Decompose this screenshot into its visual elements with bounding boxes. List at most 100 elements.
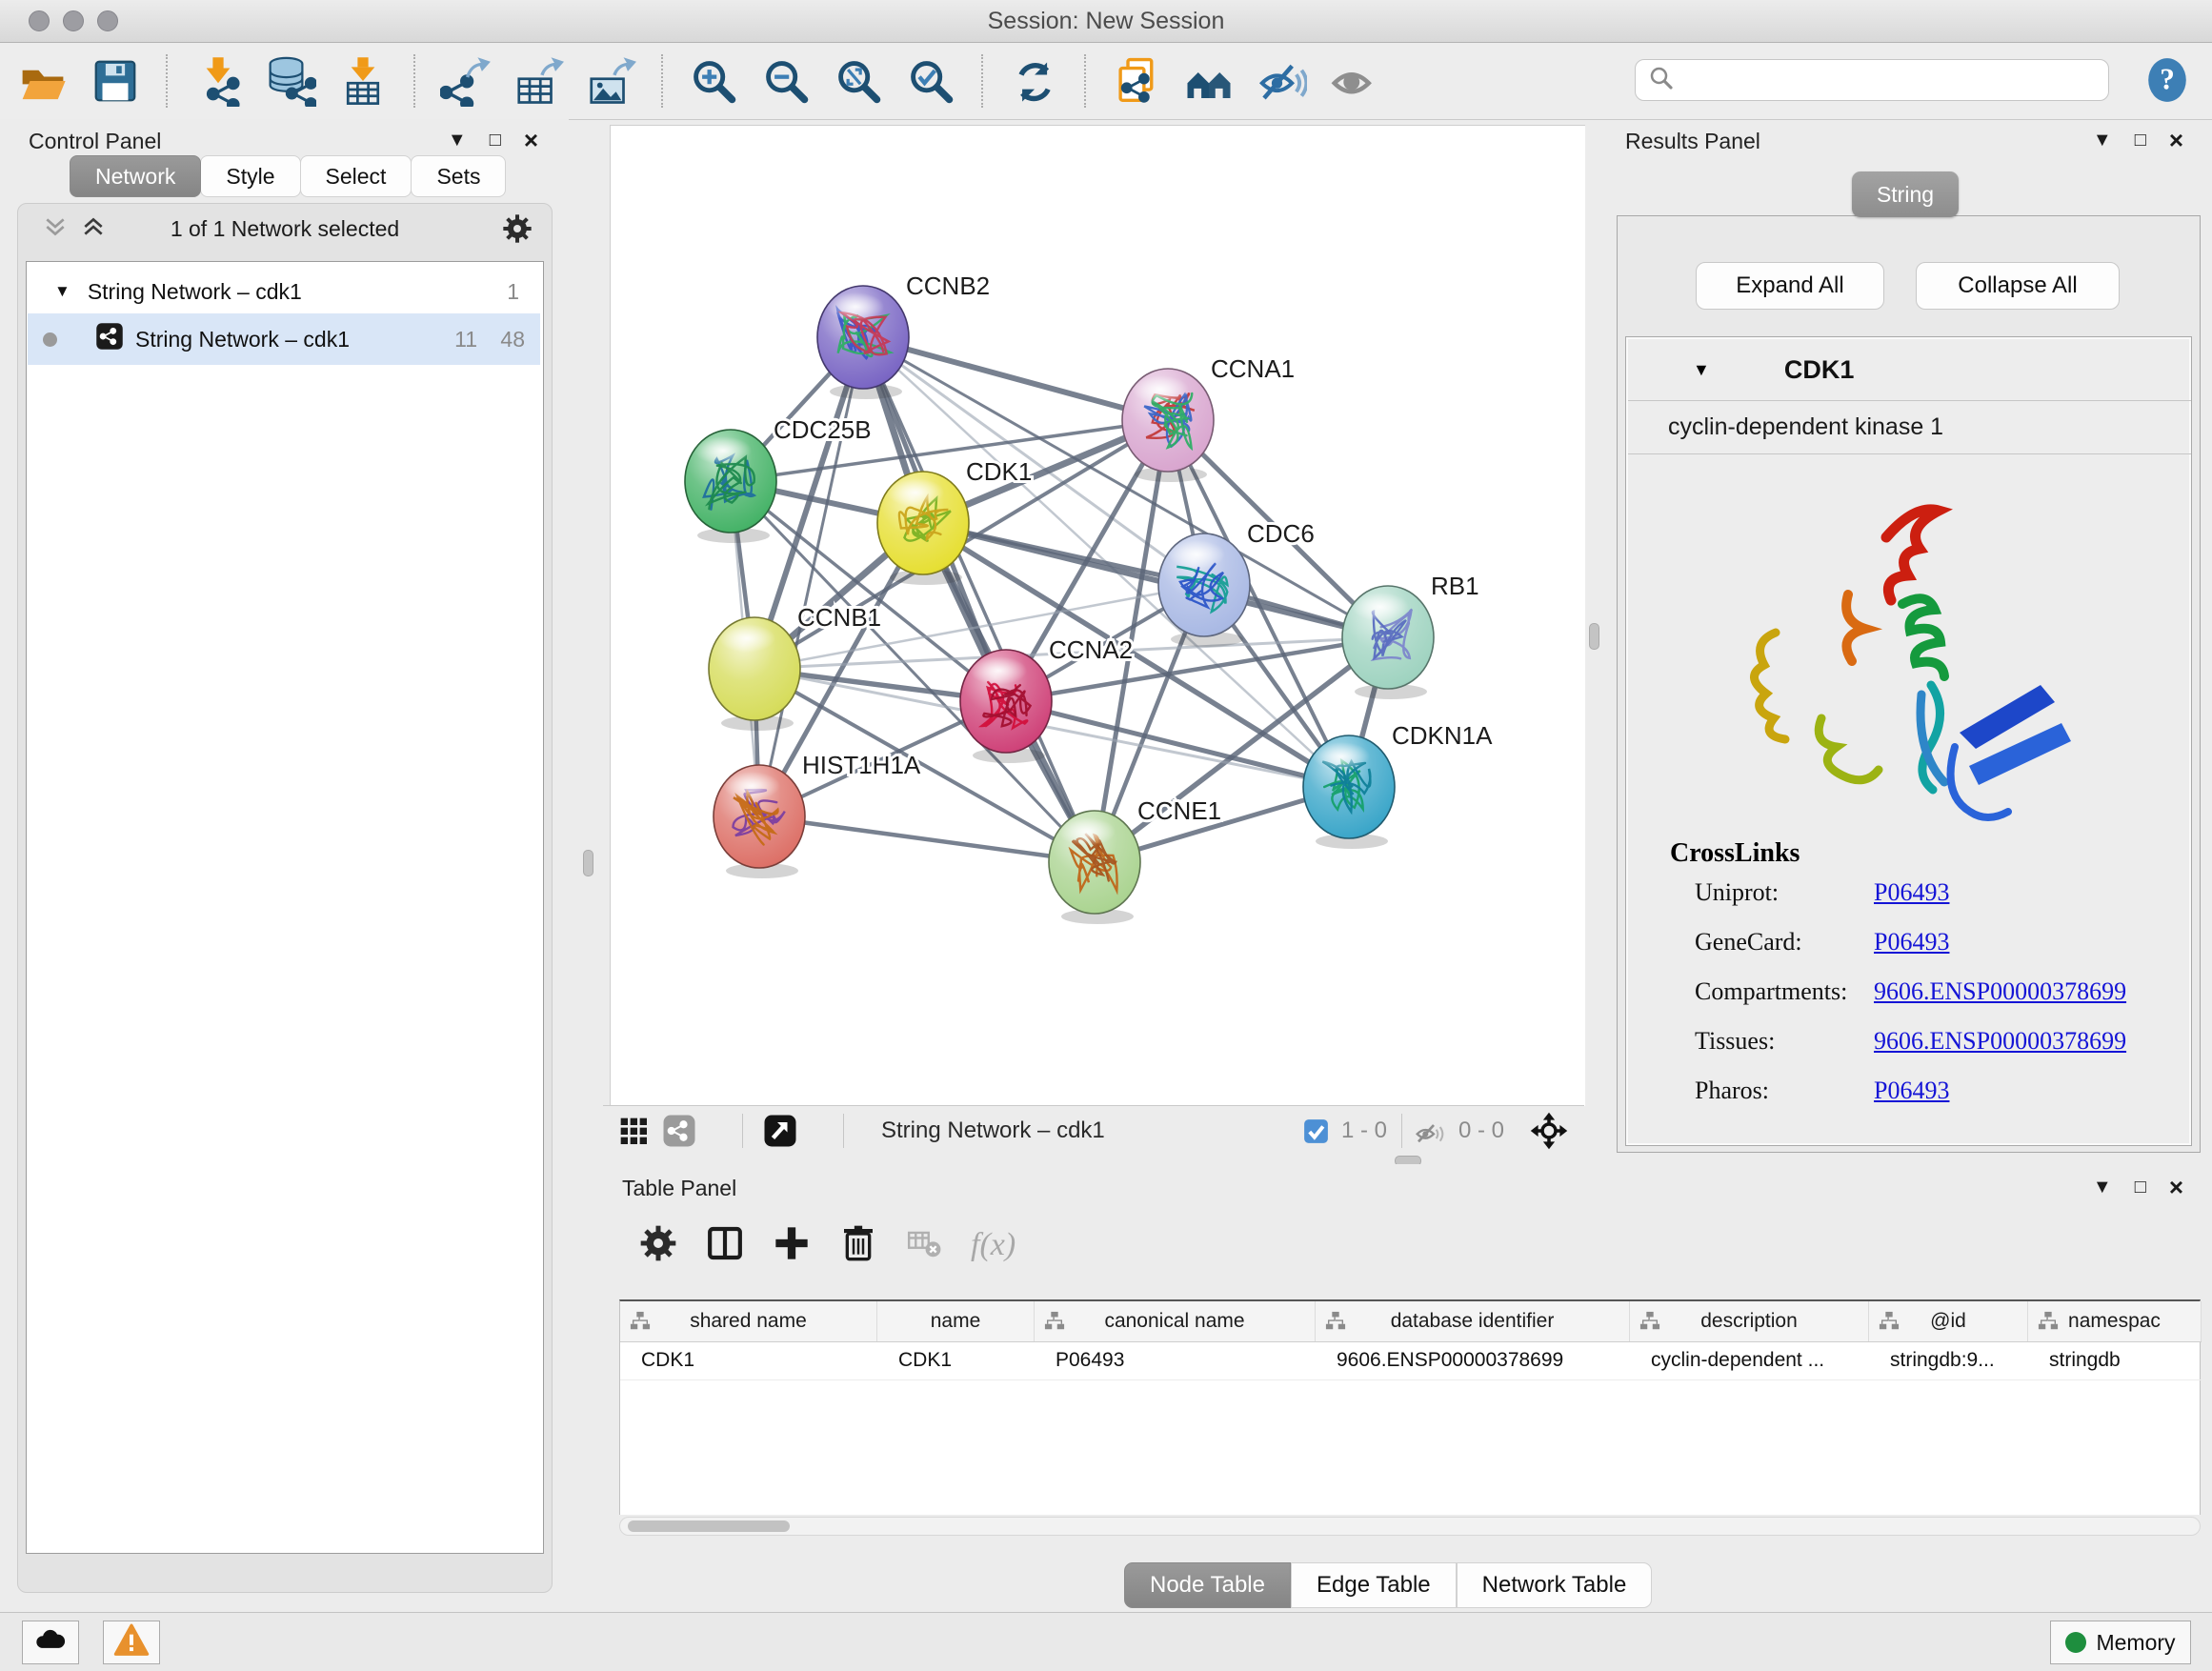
network-edge-HIST1H1A-CCNE1[interactable] (759, 816, 1095, 862)
export-network-button[interactable] (436, 51, 495, 111)
import-table-button[interactable] (333, 51, 392, 111)
network-node-HIST1H1A[interactable]: HIST1H1A (714, 751, 921, 878)
network-node-CCNE1[interactable]: CCNE1 (1049, 796, 1221, 924)
protein-expand-icon[interactable]: ▼ (1693, 360, 1710, 380)
network-collection-row[interactable]: ▼ String Network – cdk1 1 (28, 270, 540, 313)
delete-column-icon[interactable] (839, 1224, 877, 1267)
column-header-canonical-name[interactable]: canonical name (1035, 1301, 1316, 1341)
left-splitter-handle[interactable] (583, 850, 593, 876)
tab-edge-table[interactable]: Edge Table (1291, 1562, 1457, 1608)
table-cell[interactable]: P06493 (1035, 1341, 1316, 1379)
table-panel-float-icon[interactable]: □ (2135, 1178, 2146, 1197)
help-button[interactable]: ? (2143, 56, 2191, 109)
column-header--id[interactable]: @id (1869, 1301, 2028, 1341)
scrollbar-thumb[interactable] (628, 1520, 790, 1532)
table-cell[interactable]: stringdb (2028, 1341, 2202, 1379)
table-options-gear-icon[interactable] (639, 1224, 677, 1267)
network-edge-CCNB2-HIST1H1A[interactable] (759, 337, 863, 816)
table-horizontal-scrollbar[interactable] (619, 1517, 2201, 1536)
column-header-shared-name[interactable]: shared name (620, 1301, 877, 1341)
crosslink-link[interactable]: P06493 (1874, 928, 1949, 956)
collapse-all-button[interactable]: Collapse All (1916, 262, 2120, 310)
warning-icon (113, 1622, 150, 1663)
export-table-button[interactable] (509, 51, 568, 111)
protein-section-header[interactable]: ▼ CDK1 (1628, 339, 2191, 401)
export-image-button[interactable] (581, 51, 640, 111)
import-network-database-button[interactable] (261, 51, 320, 111)
table-cell[interactable]: 9606.ENSP00000378699 (1316, 1341, 1630, 1379)
table-cell[interactable]: CDK1 (877, 1341, 1035, 1379)
hide-selected-button[interactable] (1252, 51, 1311, 111)
network-view-canvas[interactable]: CCNB2 CCNA1 CDC25B CDK1 CDC6 RB1 CCNB1 (610, 125, 1585, 1106)
tab-node-table[interactable]: Node Table (1124, 1562, 1291, 1608)
network-options-gear-icon[interactable] (502, 213, 533, 249)
zoom-fit-button[interactable] (829, 51, 888, 111)
selected-checkbox-icon[interactable] (1303, 1118, 1329, 1149)
search-box[interactable] (1635, 59, 2109, 101)
birdseye-navigator-icon[interactable] (1529, 1111, 1569, 1156)
table-panel-close-icon[interactable]: × (2169, 1178, 2183, 1197)
right-splitter-handle[interactable] (1589, 623, 1599, 650)
show-all-button[interactable] (1324, 51, 1383, 111)
crosslink-row: Pharos:P06493 (1695, 1077, 2191, 1105)
cloud-status-button[interactable] (22, 1621, 79, 1664)
tab-select[interactable]: Select (300, 155, 412, 197)
table-panel-collapse-icon[interactable]: ▼ (2093, 1178, 2112, 1197)
zoom-in-button[interactable] (684, 51, 743, 111)
collection-expand-icon[interactable]: ▼ (54, 282, 70, 301)
crosslink-link[interactable]: 9606.ENSP00000378699 (1874, 1027, 2126, 1056)
network-node-CDKN1A[interactable]: CDKN1A (1303, 721, 1493, 849)
tab-network-table[interactable]: Network Table (1457, 1562, 1653, 1608)
tab-string[interactable]: String (1852, 171, 1959, 217)
control-panel-float-icon[interactable]: □ (490, 131, 501, 150)
new-network-from-selection-button[interactable] (1107, 51, 1166, 111)
control-panel-close-icon[interactable]: × (524, 131, 538, 150)
warnings-button[interactable] (103, 1621, 160, 1664)
crosslinks-section: CrossLinks Uniprot:P06493GeneCard:P06493… (1628, 833, 2191, 1126)
tab-sets[interactable]: Sets (411, 155, 506, 197)
column-header-description[interactable]: description (1630, 1301, 1869, 1341)
expand-all-button[interactable]: Expand All (1696, 262, 1884, 310)
import-network-file-button[interactable] (189, 51, 248, 111)
network-row-selected[interactable]: String Network – cdk1 11 48 (28, 313, 540, 365)
table-cell[interactable]: stringdb:9... (1869, 1341, 2028, 1379)
tab-network[interactable]: Network (70, 155, 201, 197)
column-header-name[interactable]: name (877, 1301, 1035, 1341)
results-panel-close-icon[interactable]: × (2169, 131, 2183, 150)
table-cell[interactable]: cyclin-dependent ... (1630, 1341, 1869, 1379)
delete-table-icon-disabled (906, 1225, 942, 1266)
table-row[interactable]: CDK1CDK1P064939606.ENSP00000378699cyclin… (620, 1341, 2202, 1380)
crosslink-link[interactable]: P06493 (1874, 1077, 1949, 1105)
first-neighbors-button[interactable] (1179, 51, 1238, 111)
crosslink-link[interactable]: P06493 (1874, 878, 1949, 907)
save-session-button[interactable] (86, 51, 145, 111)
control-panel-collapse-icon[interactable]: ▼ (448, 131, 467, 150)
search-input[interactable] (1683, 67, 2097, 93)
tab-style[interactable]: Style (200, 155, 300, 197)
network-node-CCNB2[interactable]: CCNB2 (817, 272, 990, 399)
table-cell[interactable]: CDK1 (620, 1341, 877, 1379)
memory-button[interactable]: Memory (2050, 1621, 2191, 1664)
results-panel-float-icon[interactable]: □ (2135, 131, 2146, 150)
show-columns-icon[interactable] (706, 1224, 744, 1267)
results-panel-collapse-icon[interactable]: ▼ (2093, 131, 2112, 150)
network-node-CDC25B[interactable]: CDC25B (685, 415, 872, 543)
network-edge-CCNB2-CCNE1[interactable] (863, 337, 1095, 862)
column-type-icon (1325, 1311, 1346, 1338)
node-table: shared namenamecanonical namedatabase id… (619, 1299, 2201, 1515)
column-header-namespac[interactable]: namespac (2028, 1301, 2202, 1341)
apply-layout-button[interactable] (1004, 51, 1063, 111)
network-node-RB1[interactable]: RB1 (1342, 572, 1479, 699)
open-session-button[interactable] (13, 51, 72, 111)
grid-view-icon[interactable] (618, 1116, 649, 1151)
zoom-selected-button[interactable] (901, 51, 960, 111)
open-in-window-icon[interactable] (763, 1114, 797, 1153)
network-tree: ▼ String Network – cdk1 1 String Network… (26, 261, 544, 1554)
add-column-icon[interactable] (773, 1224, 811, 1267)
column-header-database-identifier[interactable]: database identifier (1316, 1301, 1630, 1341)
network-edge-CDK1-RB1[interactable] (923, 523, 1388, 637)
zoom-out-button[interactable] (756, 51, 815, 111)
node-label-CCNB1: CCNB1 (797, 603, 881, 632)
crosslink-link[interactable]: 9606.ENSP00000378699 (1874, 977, 2126, 1006)
network-node-CCNB1[interactable]: CCNB1 (709, 603, 881, 731)
